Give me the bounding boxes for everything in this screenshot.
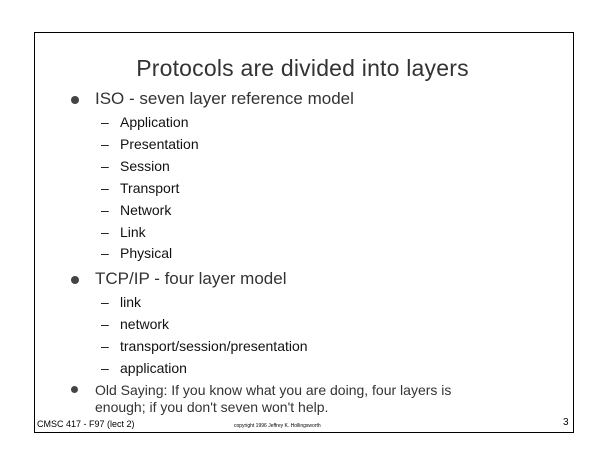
footer-course: CMSC 417 - F97 (lect 2) xyxy=(37,419,135,429)
bullet-text-line-1: Old Saying: If you know what you are doi… xyxy=(95,382,452,398)
dash-marker: – xyxy=(101,114,109,130)
list-item-text: link xyxy=(120,294,142,310)
bullet-dot-icon xyxy=(71,96,79,104)
dash-marker: – xyxy=(101,180,109,196)
list-item: – link xyxy=(101,294,142,310)
dash-marker: – xyxy=(101,202,109,218)
list-item-text: Physical xyxy=(120,245,173,261)
list-item-text: Application xyxy=(120,114,189,130)
dash-marker: – xyxy=(101,245,109,261)
page-number: 3 xyxy=(563,417,569,428)
list-item-text: application xyxy=(120,360,187,376)
bullet-dot-icon xyxy=(71,386,78,393)
dash-marker: – xyxy=(101,338,109,354)
dash-marker: – xyxy=(101,224,109,240)
dash-marker: – xyxy=(101,360,109,376)
bullet-text-line-2: enough; if you don't seven won't help. xyxy=(95,399,329,415)
list-item-text: Network xyxy=(120,202,172,218)
list-item: – network xyxy=(101,316,170,332)
list-item-text: network xyxy=(120,316,170,332)
list-item: – Physical xyxy=(101,245,173,261)
list-item-text: Session xyxy=(120,158,170,174)
dash-marker: – xyxy=(101,316,109,332)
list-item-text: Link xyxy=(120,224,146,240)
bullet-text: ISO - seven layer reference model xyxy=(95,89,354,108)
list-item: – Link xyxy=(101,224,146,240)
bullet-old-saying: Old Saying: If you know what you are doi… xyxy=(71,382,452,416)
list-item-text: Presentation xyxy=(120,136,199,152)
list-item: – Application xyxy=(101,114,189,130)
list-item: – Transport xyxy=(101,180,180,196)
list-item: – Network xyxy=(101,202,172,218)
list-item: – Session xyxy=(101,158,170,174)
bullet-tcpip: TCP/IP - four layer model xyxy=(71,269,287,289)
list-item: – Presentation xyxy=(101,136,199,152)
bullet-text: TCP/IP - four layer model xyxy=(95,269,287,288)
dash-marker: – xyxy=(101,158,109,174)
bullet-dot-icon xyxy=(71,276,79,284)
list-item: – transport/session/presentation xyxy=(101,338,308,354)
dash-marker: – xyxy=(101,294,109,310)
list-item: – application xyxy=(101,360,187,376)
footer-copyright: copyright 1996 Jeffrey K. Hollingsworth xyxy=(234,423,321,429)
dash-marker: – xyxy=(101,136,109,152)
bullet-iso: ISO - seven layer reference model xyxy=(71,89,354,109)
list-item-text: Transport xyxy=(120,180,180,196)
slide-title: Protocols are divided into layers xyxy=(136,55,469,81)
list-item-text: transport/session/presentation xyxy=(120,338,308,354)
